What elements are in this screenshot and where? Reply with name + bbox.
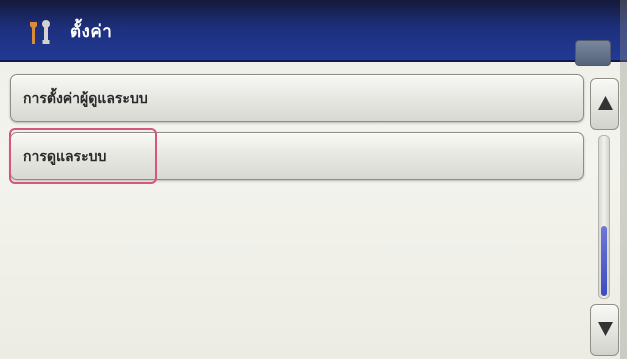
- screen-edge-shadow: [620, 0, 627, 359]
- settings-screen: ตั้งค่า การตั้งค่าผู้ดูแลระบบ การดูแลระบ…: [0, 0, 627, 359]
- page-title: ตั้งค่า: [70, 22, 113, 42]
- down-arrow-icon: [598, 322, 613, 336]
- home-button[interactable]: [575, 40, 611, 66]
- menu-item-system-admin[interactable]: การดูแลระบบ: [9, 128, 584, 184]
- scroll-thumb[interactable]: [601, 226, 607, 296]
- scroll-down-button[interactable]: [590, 304, 619, 356]
- tools-icon: [24, 16, 58, 46]
- scrollbar[interactable]: [589, 78, 620, 356]
- menu-item-admin-settings[interactable]: การตั้งค่าผู้ดูแลระบบ: [10, 74, 584, 122]
- menu-item-label: การดูแลระบบ: [23, 149, 107, 165]
- up-arrow-icon: [598, 96, 613, 110]
- scroll-track[interactable]: [598, 135, 610, 299]
- menu-item-label: การตั้งค่าผู้ดูแลระบบ: [23, 91, 148, 107]
- title-bar: ตั้งค่า: [0, 0, 627, 66]
- scroll-up-button[interactable]: [590, 78, 619, 130]
